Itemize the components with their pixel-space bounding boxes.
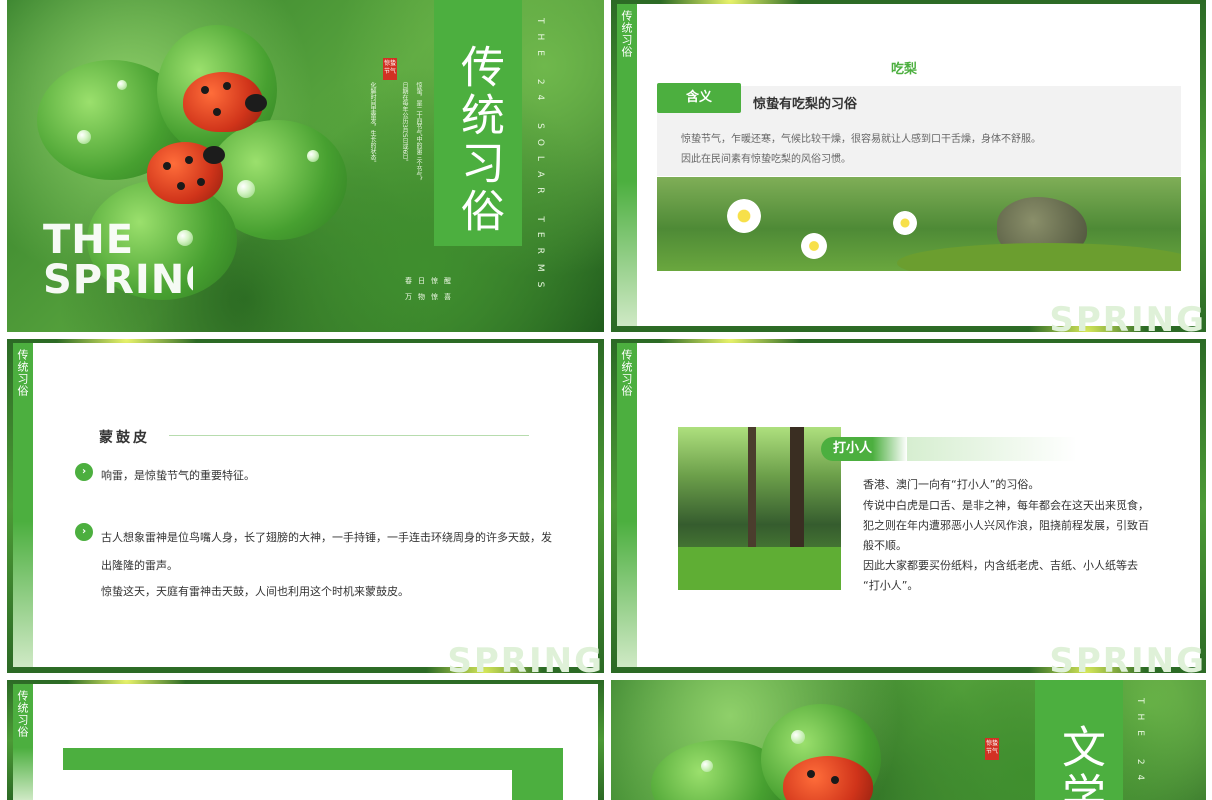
text-line: 因此大家都要买份纸料，内含纸老虎、吉纸、小人纸等去 (863, 559, 1138, 572)
section-title: 传统习俗 (453, 44, 504, 236)
water-drop (117, 80, 127, 90)
text-line: 般不顺。 (863, 539, 907, 552)
slide-partial[interactable]: 传统习俗 (7, 680, 604, 800)
seal-stamp: 惊蛰节气 (985, 738, 999, 760)
ladybug (147, 142, 225, 204)
water-drop (307, 150, 319, 162)
side-label: 传统习俗 (16, 349, 29, 397)
custom-tag: 打小人 (821, 437, 907, 461)
water-drop (791, 730, 805, 744)
frog-photo (657, 177, 1181, 271)
extra-text: 惊蛰这天，天庭有雷神击天鼓，人间也利用这个时机来蒙鼓皮。 (101, 585, 409, 598)
tagline-1: 春日惊醒 (405, 277, 457, 285)
meaning-pill: 含义 (657, 83, 741, 113)
text-line: 传说中白虎是口舌、是非之神，每年都会在这天出来觅食， (863, 499, 1149, 512)
daisy-flower (801, 233, 827, 259)
info-heading: 惊蛰有吃梨的习俗 (753, 97, 858, 112)
title-bar: 传统习俗 (434, 0, 522, 246)
slide-eat-pear[interactable]: 传统习俗 吃梨 含义 惊蛰有吃梨的习俗 惊蛰节气，乍暖还寒，气候比较干燥，很容易… (611, 0, 1206, 332)
solar-terms-vertical: THE 24 (1135, 698, 1145, 791)
side-tag: 传统习俗 (617, 343, 637, 667)
tree-trunk (748, 427, 756, 547)
desc-line: 日期在每年公历3月5日或6日。 (401, 82, 408, 166)
daisy-flower (893, 211, 917, 235)
mossy-rock (897, 243, 1181, 271)
slide-title[interactable]: THE SPRING 惊蛰节气 化解时间里雷发，生长的状态。 日期在每年公历3月… (7, 0, 604, 332)
side-label: 传统习俗 (620, 349, 633, 397)
spring-watermark: SPRING (447, 641, 604, 673)
green-bar (63, 748, 563, 770)
white-box (63, 770, 512, 800)
desc-line: 化解时间里雷发，生长的状态。 (369, 82, 376, 166)
heading-rule (169, 435, 529, 436)
side-label: 传统习俗 (620, 10, 633, 58)
water-drop (237, 180, 255, 198)
seal-text: 惊蛰节气 (383, 60, 396, 75)
side-label: 传统习俗 (16, 690, 29, 738)
tagline-2: 万物惊喜 (405, 293, 457, 301)
slide-heading: 吃梨 (891, 62, 918, 77)
content-panel (33, 343, 598, 667)
solar-terms-vertical: THE 24 SOLAR TERMS (535, 18, 545, 298)
text-line: 香港、澳门一向有“打小人”的习俗。 (863, 478, 1040, 491)
slide-drum[interactable]: 传统习俗 蒙鼓皮 › 响雷，是惊蛰节气的重要特征。 › 古人想象雷神是位鸟嘴人身… (7, 339, 604, 673)
side-tag: 传统习俗 (13, 684, 33, 800)
water-drop (77, 130, 91, 144)
spring-watermark: SPRING (1049, 300, 1206, 332)
info-line: 惊蛰节气，乍暖还寒，气候比较干燥，很容易就让人感到口干舌燥，身体不舒服。 (681, 134, 1041, 145)
seal-text: 惊蛰节气 (985, 740, 998, 755)
tag-fade (907, 437, 1077, 461)
title-bar: 文学 (1035, 680, 1123, 800)
text-line: 犯之则在年内遭邪恶小人兴风作浪，阻挠前程发展，引致百 (863, 519, 1149, 532)
chevron-right-icon: › (75, 523, 93, 541)
seal-stamp: 惊蛰节气 (383, 58, 397, 80)
tree-trunk (790, 427, 804, 557)
ladybug (183, 72, 267, 132)
daisy-flower (727, 199, 761, 233)
slide-villain[interactable]: 传统习俗 打小人 香港、澳门一向有“打小人”的习俗。 传说中白虎是口舌、是非之神… (611, 339, 1206, 673)
side-tag: 传统习俗 (617, 4, 637, 326)
slide-literature[interactable]: 惊蛰节气 文学 THE 24 (611, 680, 1206, 800)
water-drop (701, 760, 713, 772)
desc-line: 惊蛰，是二十四节气中的第三个节气， (415, 82, 422, 184)
section-title: 文学 (1054, 724, 1105, 800)
forest-photo (678, 427, 841, 590)
green-side (512, 770, 563, 800)
grass (678, 547, 841, 590)
point-continuation: 出隆隆的雷声。 (101, 559, 178, 572)
slide-heading: 蒙鼓皮 (99, 430, 150, 446)
side-tag: 传统习俗 (13, 343, 33, 667)
english-title: THE SPRING (43, 220, 193, 300)
text-line: “打小人”。 (863, 579, 919, 592)
chevron-right-icon: › (75, 463, 93, 481)
info-line: 因此在民间素有惊蛰吃梨的风俗习惯。 (681, 154, 851, 165)
point-text: 响雷，是惊蛰节气的重要特征。 (101, 469, 255, 482)
spring-watermark: SPRING (1049, 641, 1206, 673)
point-text: 古人想象雷神是位鸟嘴人身，长了翅膀的大神，一手持锤，一手连击环绕周身的许多天鼓，… (101, 531, 552, 544)
